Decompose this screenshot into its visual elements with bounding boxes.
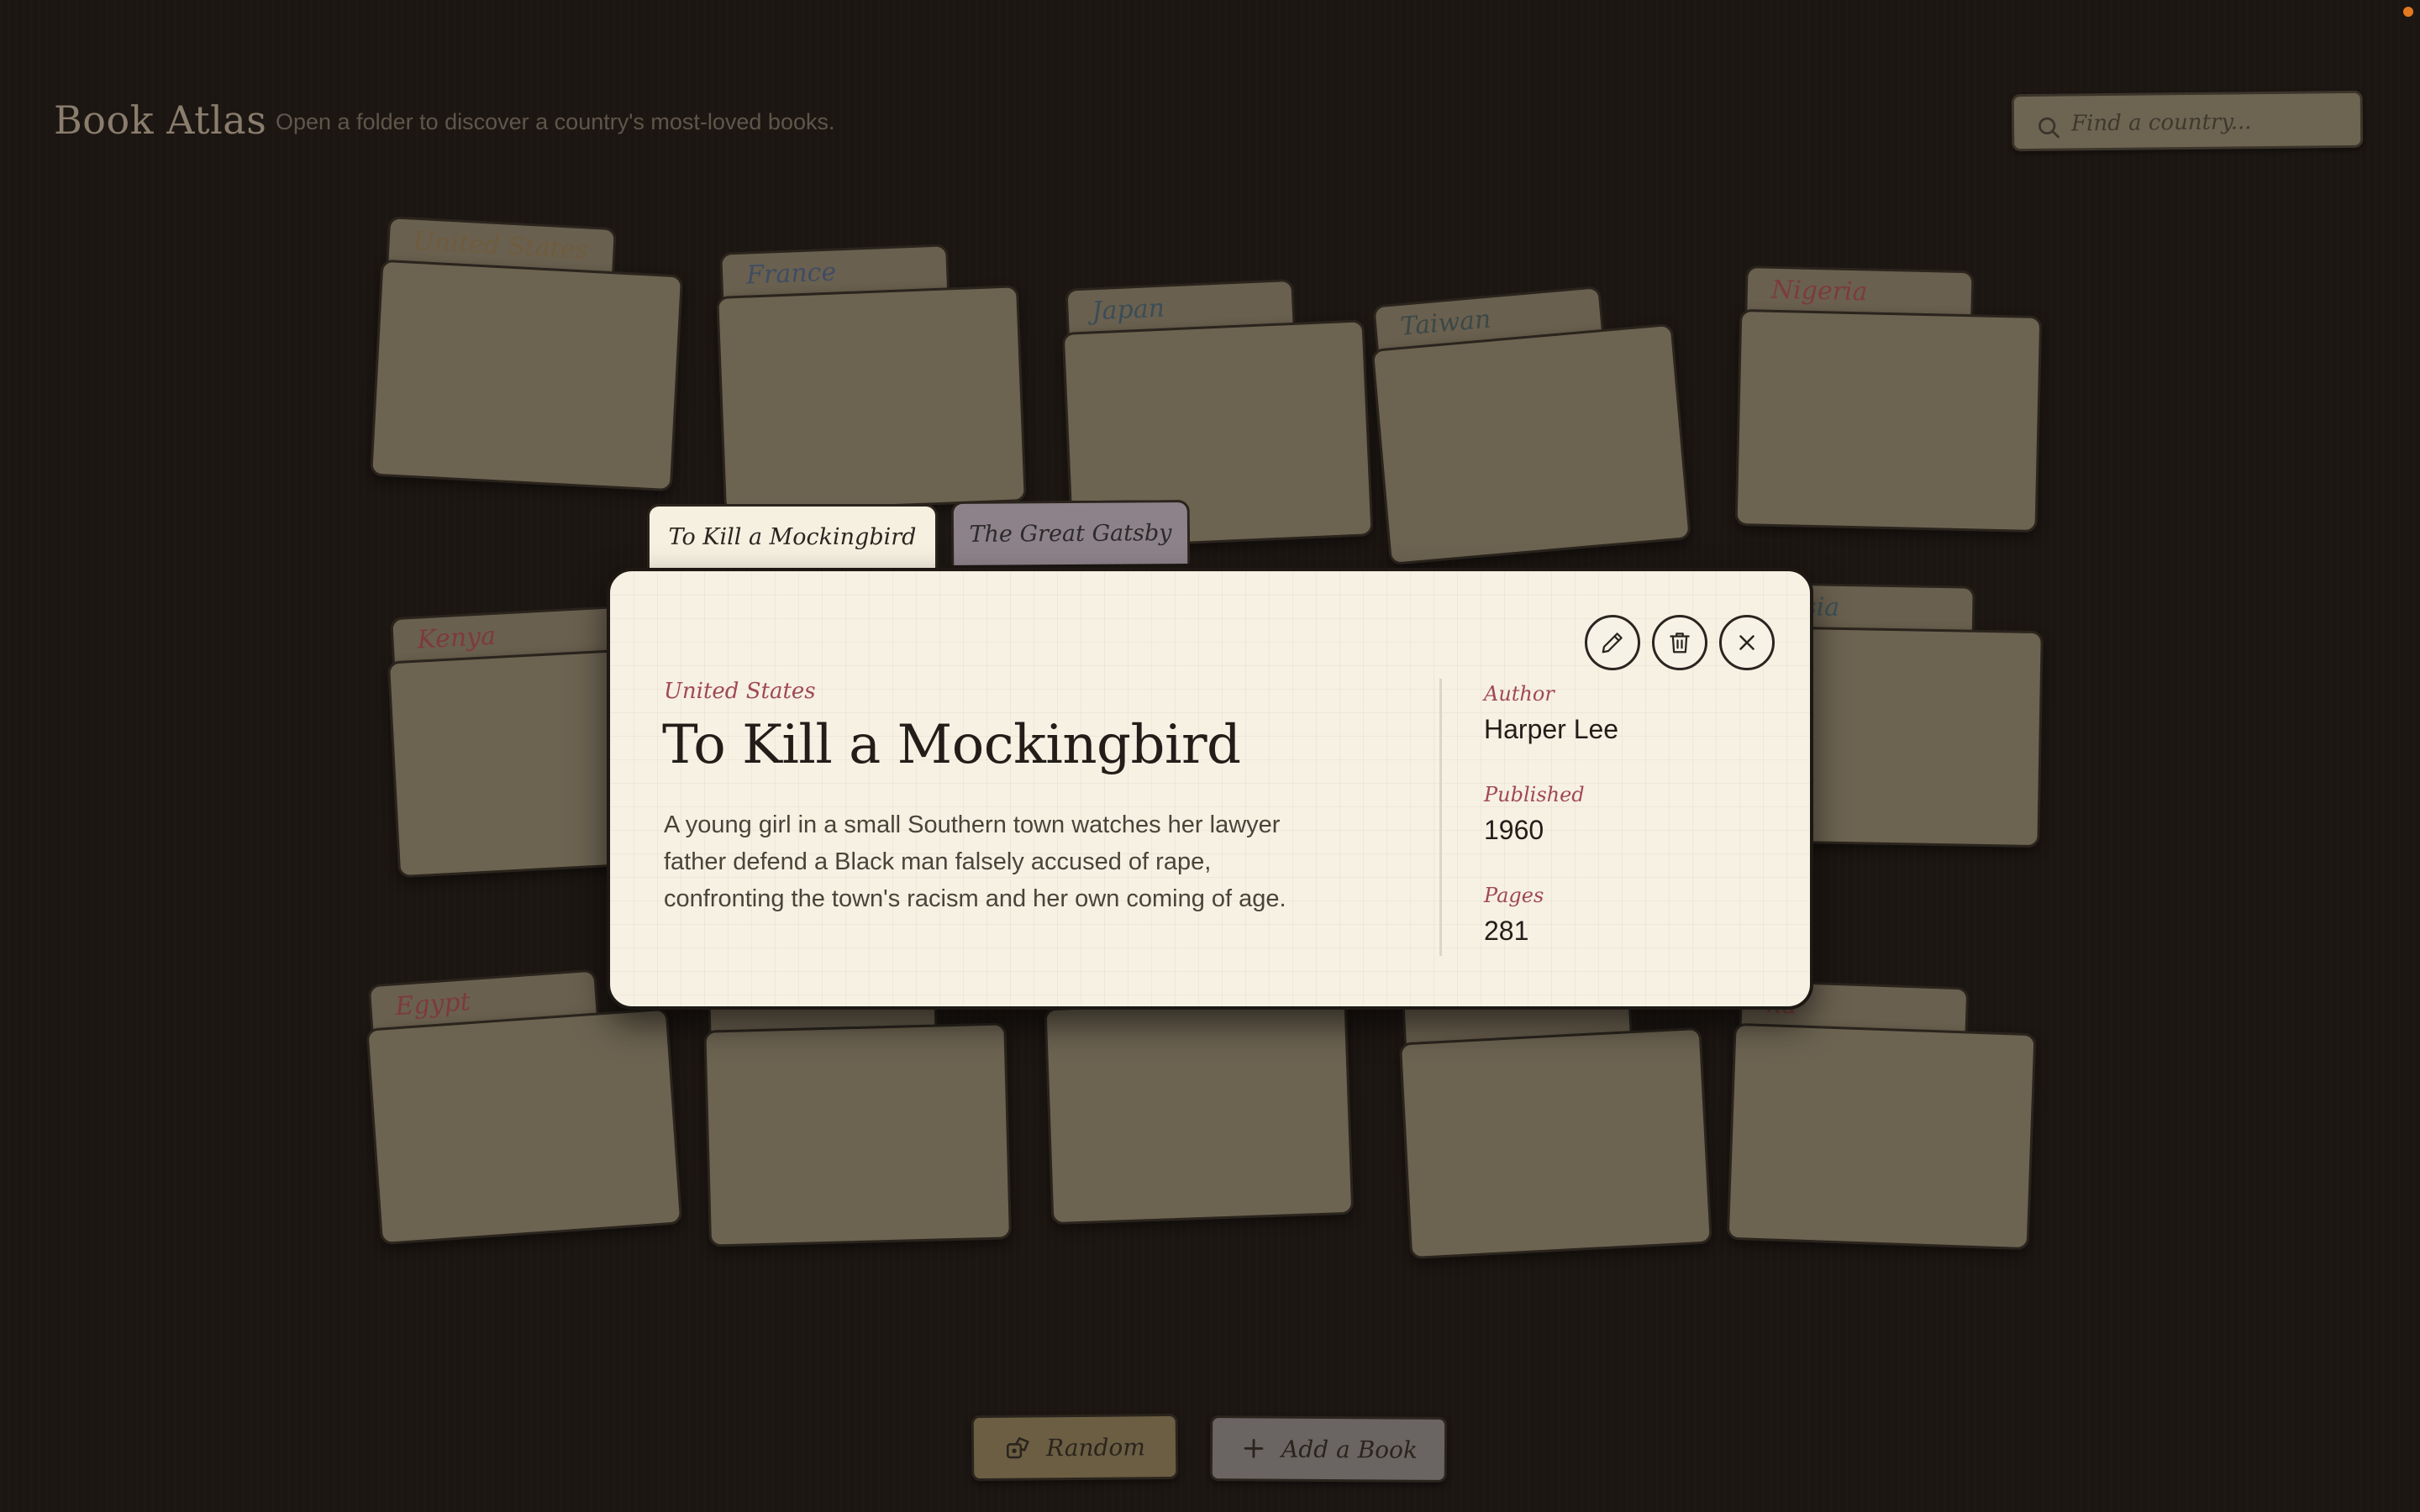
delete-button[interactable] [1652,615,1707,670]
book-tab-to-kill-a-mockingbird[interactable]: To Kill a Mockingbird [647,504,938,568]
page-background: Book Atlas Open a folder to discover a c… [0,0,2420,1512]
author-label: Author [1484,682,1555,706]
folder-body [1398,1026,1712,1260]
book-country: United States [664,679,816,704]
folder-united-states[interactable]: United States [370,216,686,492]
folder-label: France [745,257,837,291]
dice-icon [1007,1436,1029,1459]
author-value: Harper Lee [1484,714,1619,744]
search-input[interactable] [2070,105,2341,140]
random-button[interactable]: Random [971,1413,1179,1482]
close-button[interactable] [1719,615,1775,670]
plus-icon [1244,1439,1264,1458]
folder-body [366,1007,683,1246]
published-label: Published [1484,783,1585,806]
add-book-label: Add a Book [1281,1435,1418,1464]
close-icon [1739,635,1754,650]
folder-body [1726,1022,2037,1251]
add-book-button[interactable]: Add a Book [1209,1415,1448,1483]
book-title: To Kill a Mockingbird [662,714,1241,776]
folder-label: Kenya [416,621,497,655]
folder-france[interactable]: France [714,241,1027,513]
folder-label: Japan [1091,293,1165,327]
pages-value: 281 [1484,916,1529,946]
folder-body [1044,997,1355,1226]
pencil-icon [1602,633,1623,654]
folder-label: Egypt [394,987,471,1022]
folder-label: Taiwan [1398,304,1492,342]
folder-taiwan[interactable]: Taiwan [1367,280,1691,566]
folder-body [370,259,684,492]
trash-icon [1670,633,1690,654]
search-icon [2039,117,2060,139]
folder-nigeria[interactable]: Nigeria [1734,265,2044,533]
folder[interactable] [1397,984,1712,1260]
published-value: 1960 [1484,815,1544,845]
book-tab-the-great-gatsby[interactable]: The Great Gatsby [950,500,1191,565]
divider [1439,679,1442,956]
search-box[interactable] [2011,90,2364,152]
folder-body [703,1022,1012,1247]
app-subtitle: Open a folder to discover a country's mo… [276,109,835,134]
folder-body [1734,308,2043,533]
folder-label: United States [412,226,589,265]
edit-button[interactable] [1585,615,1640,670]
book-detail-card: United States To Kill a Mockingbird A yo… [607,568,1813,1010]
app-title: Book Atlas [54,97,267,143]
notification-dot [2403,7,2413,17]
pages-label: Pages [1484,884,1544,907]
folder-ghana[interactable]: na [1726,979,2039,1251]
random-label: Random [1045,1432,1146,1462]
folder[interactable] [702,979,1012,1247]
folder-body [716,285,1027,513]
folder-label: Nigeria [1770,275,1868,307]
book-description: A young girl in a small Southern town wa… [664,811,1286,912]
folder-body [1370,323,1691,566]
